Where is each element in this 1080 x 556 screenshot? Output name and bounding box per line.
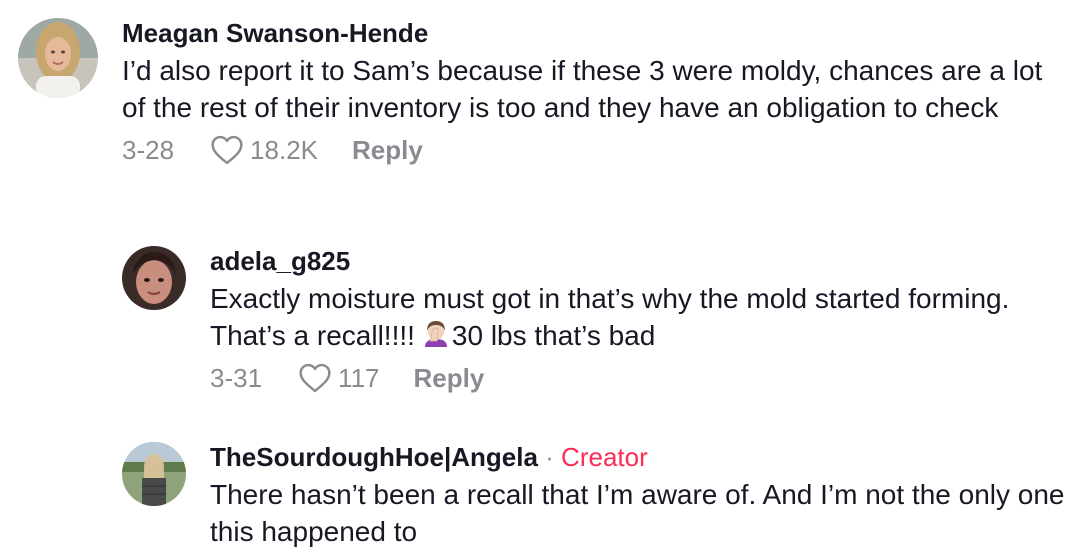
comment-reply: TheSourdoughHoe|Angela · Creator There h… xyxy=(122,442,1072,550)
avatar[interactable] xyxy=(122,442,186,506)
creator-badge: Creator xyxy=(561,442,648,472)
heart-icon xyxy=(299,363,331,393)
comment-text: There hasn’t been a recall that I’m awar… xyxy=(210,479,1065,547)
like-button[interactable]: 117 xyxy=(298,362,380,394)
woman-facepalming-emoji xyxy=(424,321,447,347)
avatar[interactable] xyxy=(18,18,98,98)
comment: Meagan Swanson-Hende I’d also report it … xyxy=(18,18,1068,168)
reply-button[interactable]: Reply xyxy=(352,135,423,166)
like-count: 117 xyxy=(338,362,380,393)
comment-username-row: TheSourdoughHoe|Angela · Creator xyxy=(210,442,1070,472)
comment-text: Exactly moisture must got in that’s why … xyxy=(210,280,1070,354)
comment-username[interactable]: adela_g825 xyxy=(210,246,1070,276)
avatar-image xyxy=(122,246,186,310)
like-count: 18.2K xyxy=(250,134,318,165)
comment-reply: adela_g825 Exactly moisture must got in … xyxy=(122,246,1072,396)
separator-dot: · xyxy=(537,442,562,472)
comment-username[interactable]: TheSourdoughHoe|Angela xyxy=(210,442,538,472)
heart-icon xyxy=(211,135,243,165)
comment-text: I’d also report it to Sam’s because if t… xyxy=(122,55,1043,123)
avatar-image xyxy=(122,442,186,506)
comment-meta: 3-28 18.2K Reply xyxy=(122,132,1067,168)
comment-text-part: 30 lbs that’s bad xyxy=(451,320,656,351)
comment-date: 3-31 xyxy=(210,362,263,393)
comment-date: 3-28 xyxy=(122,134,175,165)
avatar[interactable] xyxy=(122,246,186,310)
comment-meta: 3-31 117 Reply xyxy=(210,360,1070,396)
comment-username[interactable]: Meagan Swanson-Hende xyxy=(122,18,1067,48)
avatar-image xyxy=(18,18,98,98)
reply-button[interactable]: Reply xyxy=(414,363,485,394)
like-button[interactable]: 18.2K xyxy=(210,135,318,166)
